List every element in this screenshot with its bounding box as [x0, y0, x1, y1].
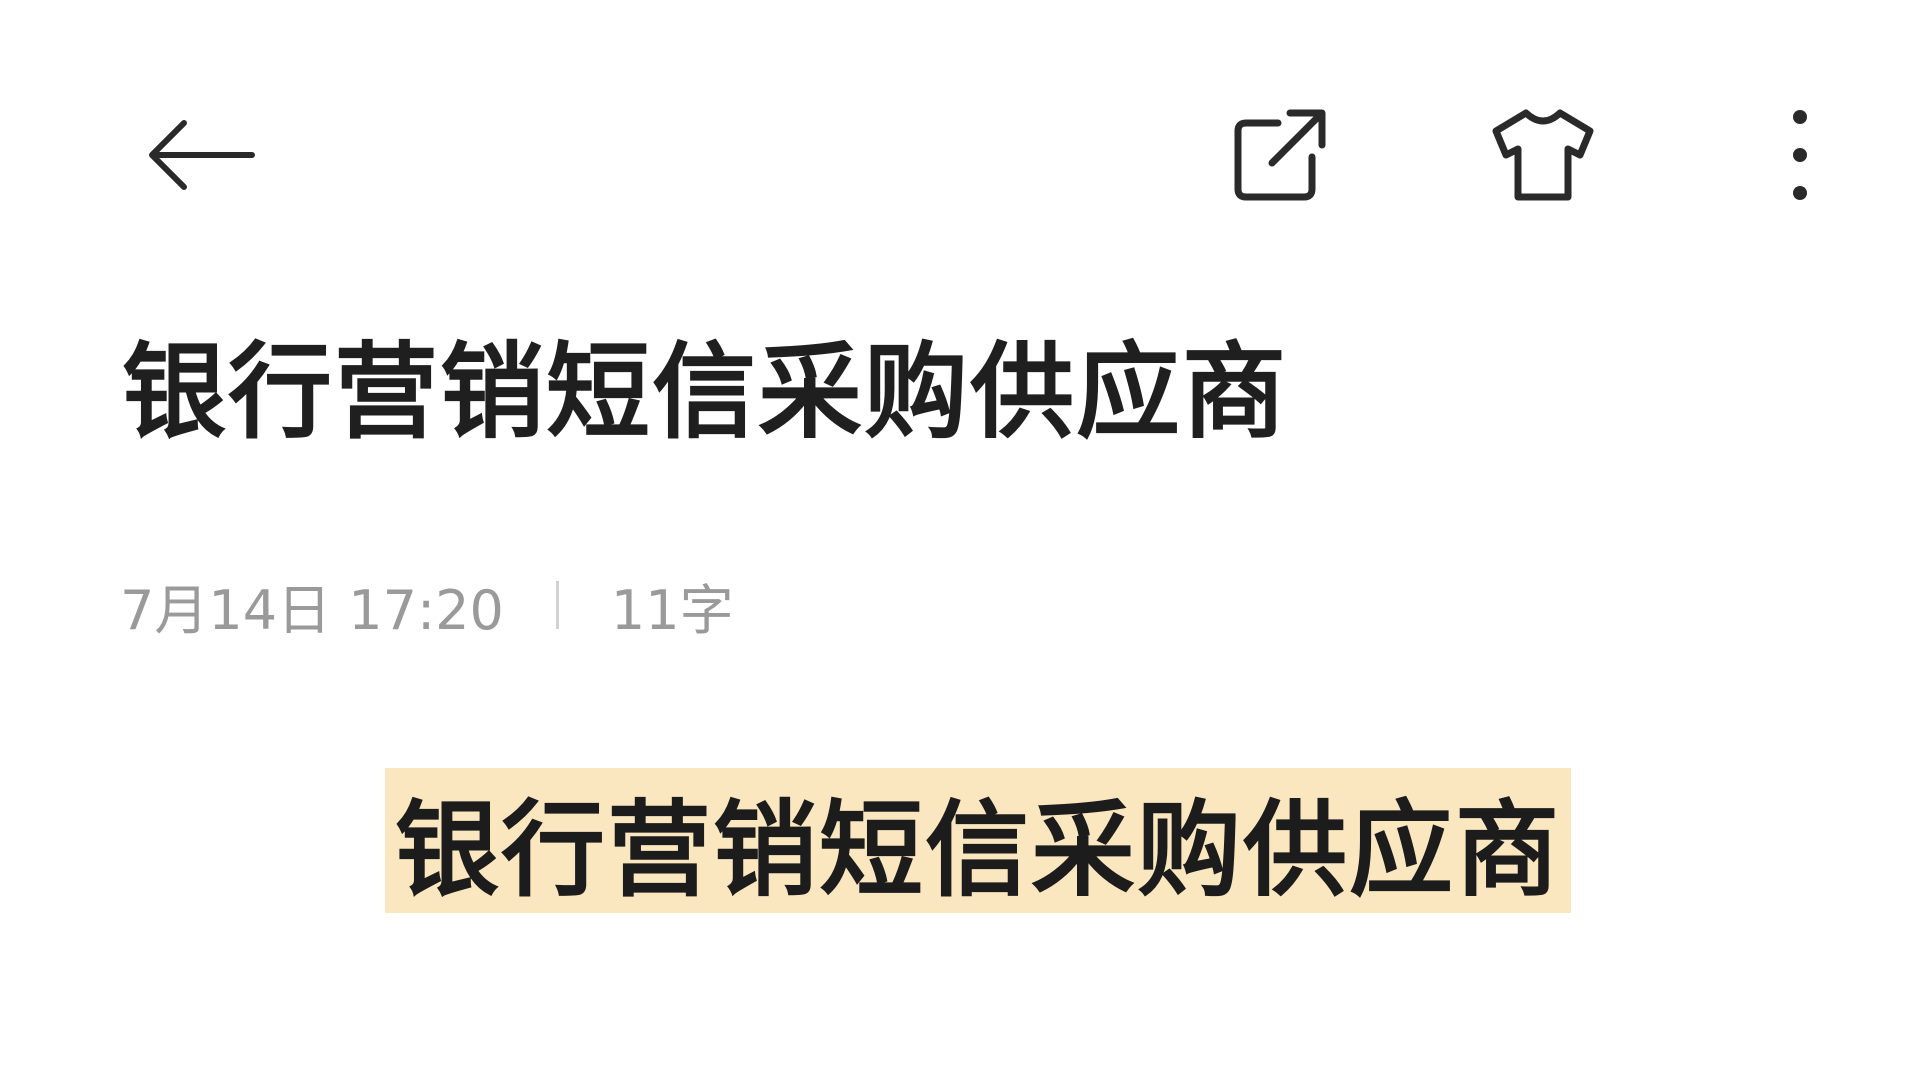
- top-toolbar: [0, 0, 1921, 300]
- more-vertical-icon: [1793, 110, 1807, 200]
- back-button[interactable]: [130, 100, 270, 210]
- note-title[interactable]: 银行营销短信采购供应商: [122, 335, 1288, 450]
- note-word-count: 11字: [610, 578, 734, 642]
- share-external-icon: [1234, 109, 1326, 201]
- share-button[interactable]: [1220, 95, 1340, 215]
- note-meta: 7月14日 17:20 11字: [120, 570, 734, 642]
- tshirt-icon: [1492, 109, 1593, 201]
- arrow-left-icon: [149, 120, 255, 190]
- note-date: 7月14日 17:20: [120, 578, 504, 642]
- note-body-highlighted-text[interactable]: 银行营销短信采购供应商: [385, 768, 1572, 913]
- theme-button[interactable]: [1480, 95, 1605, 215]
- meta-divider: [555, 581, 559, 629]
- more-options-button[interactable]: [1765, 95, 1835, 215]
